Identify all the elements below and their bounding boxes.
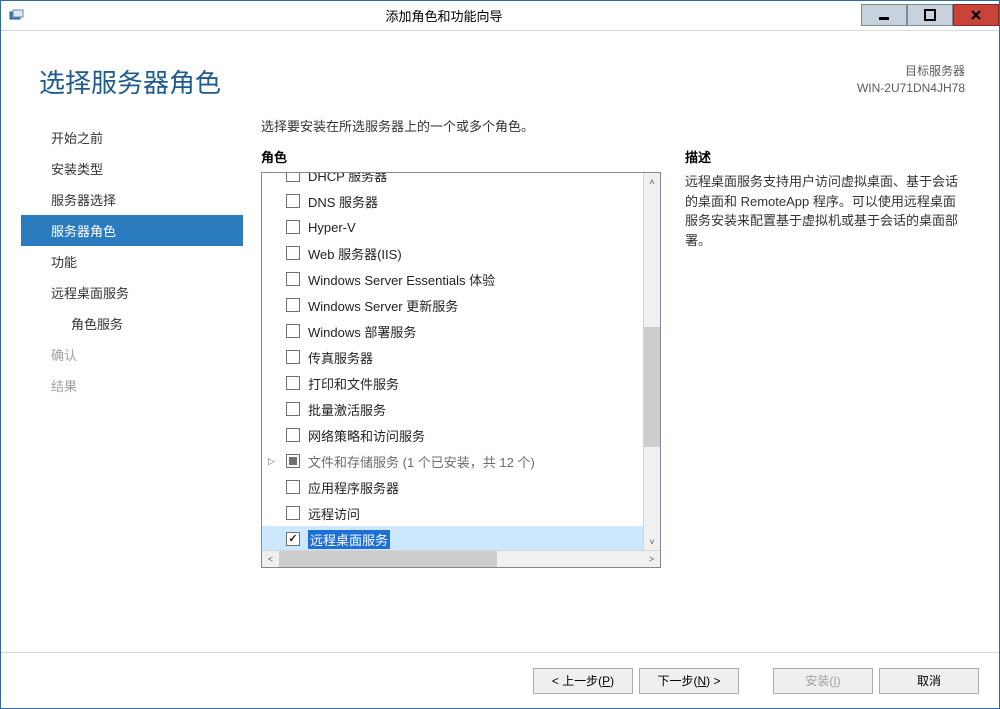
- window-title: 添加角色和功能向导: [27, 6, 861, 25]
- role-row-3[interactable]: Web 服务器(IIS): [262, 240, 643, 266]
- role-row-6[interactable]: Windows 部署服务: [262, 318, 643, 344]
- role-label: 传真服务器: [308, 348, 373, 367]
- sidebar-item-6[interactable]: 角色服务: [21, 308, 243, 339]
- role-label: Windows Server 更新服务: [308, 296, 458, 315]
- role-checkbox[interactable]: [286, 350, 300, 364]
- role-row-2[interactable]: Hyper-V: [262, 214, 643, 240]
- cancel-button[interactable]: 取消: [879, 668, 979, 694]
- role-checkbox[interactable]: [286, 324, 300, 338]
- role-row-7[interactable]: 传真服务器: [262, 344, 643, 370]
- role-checkbox[interactable]: [286, 506, 300, 520]
- target-label: 目标服务器: [857, 63, 965, 80]
- target-server-info: 目标服务器 WIN-2U71DN4JH78: [857, 63, 965, 97]
- roles-column: 角色 DHCP 服务器 DNS 服务器 Hyper-V Web 服务器(IIS) Win…: [261, 147, 661, 652]
- sidebar-item-4[interactable]: 功能: [21, 246, 243, 277]
- role-row-9[interactable]: 批量激活服务: [262, 396, 643, 422]
- close-button[interactable]: [953, 4, 999, 26]
- hscroll-track[interactable]: [279, 551, 643, 567]
- next-button[interactable]: 下一步(N) >: [639, 668, 739, 694]
- content-area: 选择服务器角色 目标服务器 WIN-2U71DN4JH78 开始之前安装类型服务…: [1, 31, 999, 708]
- role-checkbox[interactable]: [286, 173, 300, 182]
- roles-list[interactable]: DHCP 服务器 DNS 服务器 Hyper-V Web 服务器(IIS) Window…: [262, 173, 643, 550]
- wizard-steps-sidebar: 开始之前安装类型服务器选择服务器角色功能远程桌面服务角色服务确认结果: [21, 116, 243, 652]
- scroll-down-button[interactable]: ˅: [644, 533, 660, 550]
- role-row-11[interactable]: 文件和存储服务 (1 个已安装，共 12 个): [262, 448, 643, 474]
- role-row-10[interactable]: 网络策略和访问服务: [262, 422, 643, 448]
- description-text: 远程桌面服务支持用户访问虚拟桌面、基于会话的桌面和 RemoteApp 程序。可…: [685, 172, 979, 250]
- role-label: Hyper-V: [308, 220, 356, 235]
- target-value: WIN-2U71DN4JH78: [857, 80, 965, 97]
- footer-buttons: < 上一步(P) 下一步(N) > 安装(I) 取消: [1, 652, 999, 708]
- role-row-12[interactable]: 应用程序服务器: [262, 474, 643, 500]
- main-panel: 选择要安装在所选服务器上的一个或多个角色。 角色 DHCP 服务器 DNS 服务器…: [243, 116, 979, 652]
- role-label: 应用程序服务器: [308, 478, 399, 497]
- role-label: 网络策略和访问服务: [308, 426, 425, 445]
- role-checkbox[interactable]: [286, 220, 300, 234]
- role-label: DHCP 服务器: [308, 173, 387, 185]
- role-row-1[interactable]: DNS 服务器: [262, 188, 643, 214]
- role-row-13[interactable]: 远程访问: [262, 500, 643, 526]
- role-label: Windows 部署服务: [308, 322, 416, 341]
- app-icon: [7, 6, 27, 26]
- role-checkbox[interactable]: [286, 428, 300, 442]
- scroll-up-button[interactable]: ˄: [644, 173, 660, 190]
- sidebar-item-0[interactable]: 开始之前: [21, 122, 243, 153]
- install-button[interactable]: 安装(I): [773, 668, 873, 694]
- role-row-0[interactable]: DHCP 服务器: [262, 173, 643, 188]
- sidebar-item-5[interactable]: 远程桌面服务: [21, 277, 243, 308]
- roles-header: 角色: [261, 147, 661, 166]
- role-checkbox[interactable]: [286, 194, 300, 208]
- scroll-track[interactable]: [644, 190, 660, 533]
- role-checkbox[interactable]: [286, 272, 300, 286]
- role-label: Web 服务器(IIS): [308, 244, 402, 263]
- role-label: 打印和文件服务: [308, 374, 399, 393]
- description-header: 描述: [685, 147, 979, 166]
- minimize-button[interactable]: [861, 4, 907, 26]
- scroll-right-button[interactable]: ˃: [643, 551, 660, 567]
- hscroll-thumb[interactable]: [279, 551, 497, 567]
- sidebar-item-7: 确认: [21, 339, 243, 370]
- maximize-button[interactable]: [907, 4, 953, 26]
- role-row-4[interactable]: Windows Server Essentials 体验: [262, 266, 643, 292]
- role-row-14[interactable]: 远程桌面服务: [262, 526, 643, 550]
- sidebar-item-3[interactable]: 服务器角色: [21, 215, 243, 246]
- role-checkbox[interactable]: [286, 532, 300, 546]
- body-row: 开始之前安装类型服务器选择服务器角色功能远程桌面服务角色服务确认结果 选择要安装…: [1, 106, 999, 652]
- header-row: 选择服务器角色 目标服务器 WIN-2U71DN4JH78: [1, 31, 999, 106]
- sidebar-item-1[interactable]: 安装类型: [21, 153, 243, 184]
- role-checkbox[interactable]: [286, 246, 300, 260]
- role-row-8[interactable]: 打印和文件服务: [262, 370, 643, 396]
- page-title: 选择服务器角色: [39, 63, 857, 100]
- description-column: 描述 远程桌面服务支持用户访问虚拟桌面、基于会话的桌面和 RemoteApp 程…: [685, 147, 979, 652]
- columns: 角色 DHCP 服务器 DNS 服务器 Hyper-V Web 服务器(IIS) Win…: [261, 147, 979, 652]
- role-label: 远程桌面服务: [308, 530, 390, 549]
- role-checkbox[interactable]: [286, 402, 300, 416]
- roles-list-viewport: DHCP 服务器 DNS 服务器 Hyper-V Web 服务器(IIS) Window…: [262, 173, 660, 550]
- role-checkbox[interactable]: [286, 480, 300, 494]
- sidebar-item-8: 结果: [21, 370, 243, 401]
- role-checkbox[interactable]: [286, 454, 300, 468]
- previous-button[interactable]: < 上一步(P): [533, 668, 633, 694]
- role-label: 远程访问: [308, 504, 360, 523]
- horizontal-scrollbar[interactable]: ˂ ˃: [262, 550, 660, 567]
- sidebar-item-2[interactable]: 服务器选择: [21, 184, 243, 215]
- role-label: Windows Server Essentials 体验: [308, 270, 495, 289]
- role-label: DNS 服务器: [308, 192, 378, 211]
- scroll-thumb[interactable]: [644, 327, 660, 447]
- wizard-window: 添加角色和功能向导 选择服务器角色 目标服务器 WIN-2U71DN4JH78 …: [0, 0, 1000, 709]
- titlebar[interactable]: 添加角色和功能向导: [1, 1, 999, 31]
- role-label: 文件和存储服务 (1 个已安装，共 12 个): [308, 452, 535, 471]
- vertical-scrollbar[interactable]: ˄ ˅: [643, 173, 660, 550]
- role-row-5[interactable]: Windows Server 更新服务: [262, 292, 643, 318]
- roles-listbox: DHCP 服务器 DNS 服务器 Hyper-V Web 服务器(IIS) Window…: [261, 172, 661, 568]
- role-checkbox[interactable]: [286, 298, 300, 312]
- instruction-text: 选择要安装在所选服务器上的一个或多个角色。: [261, 116, 979, 135]
- role-label: 批量激活服务: [308, 400, 386, 419]
- role-checkbox[interactable]: [286, 376, 300, 390]
- scroll-left-button[interactable]: ˂: [262, 551, 279, 567]
- window-controls: [861, 5, 999, 26]
